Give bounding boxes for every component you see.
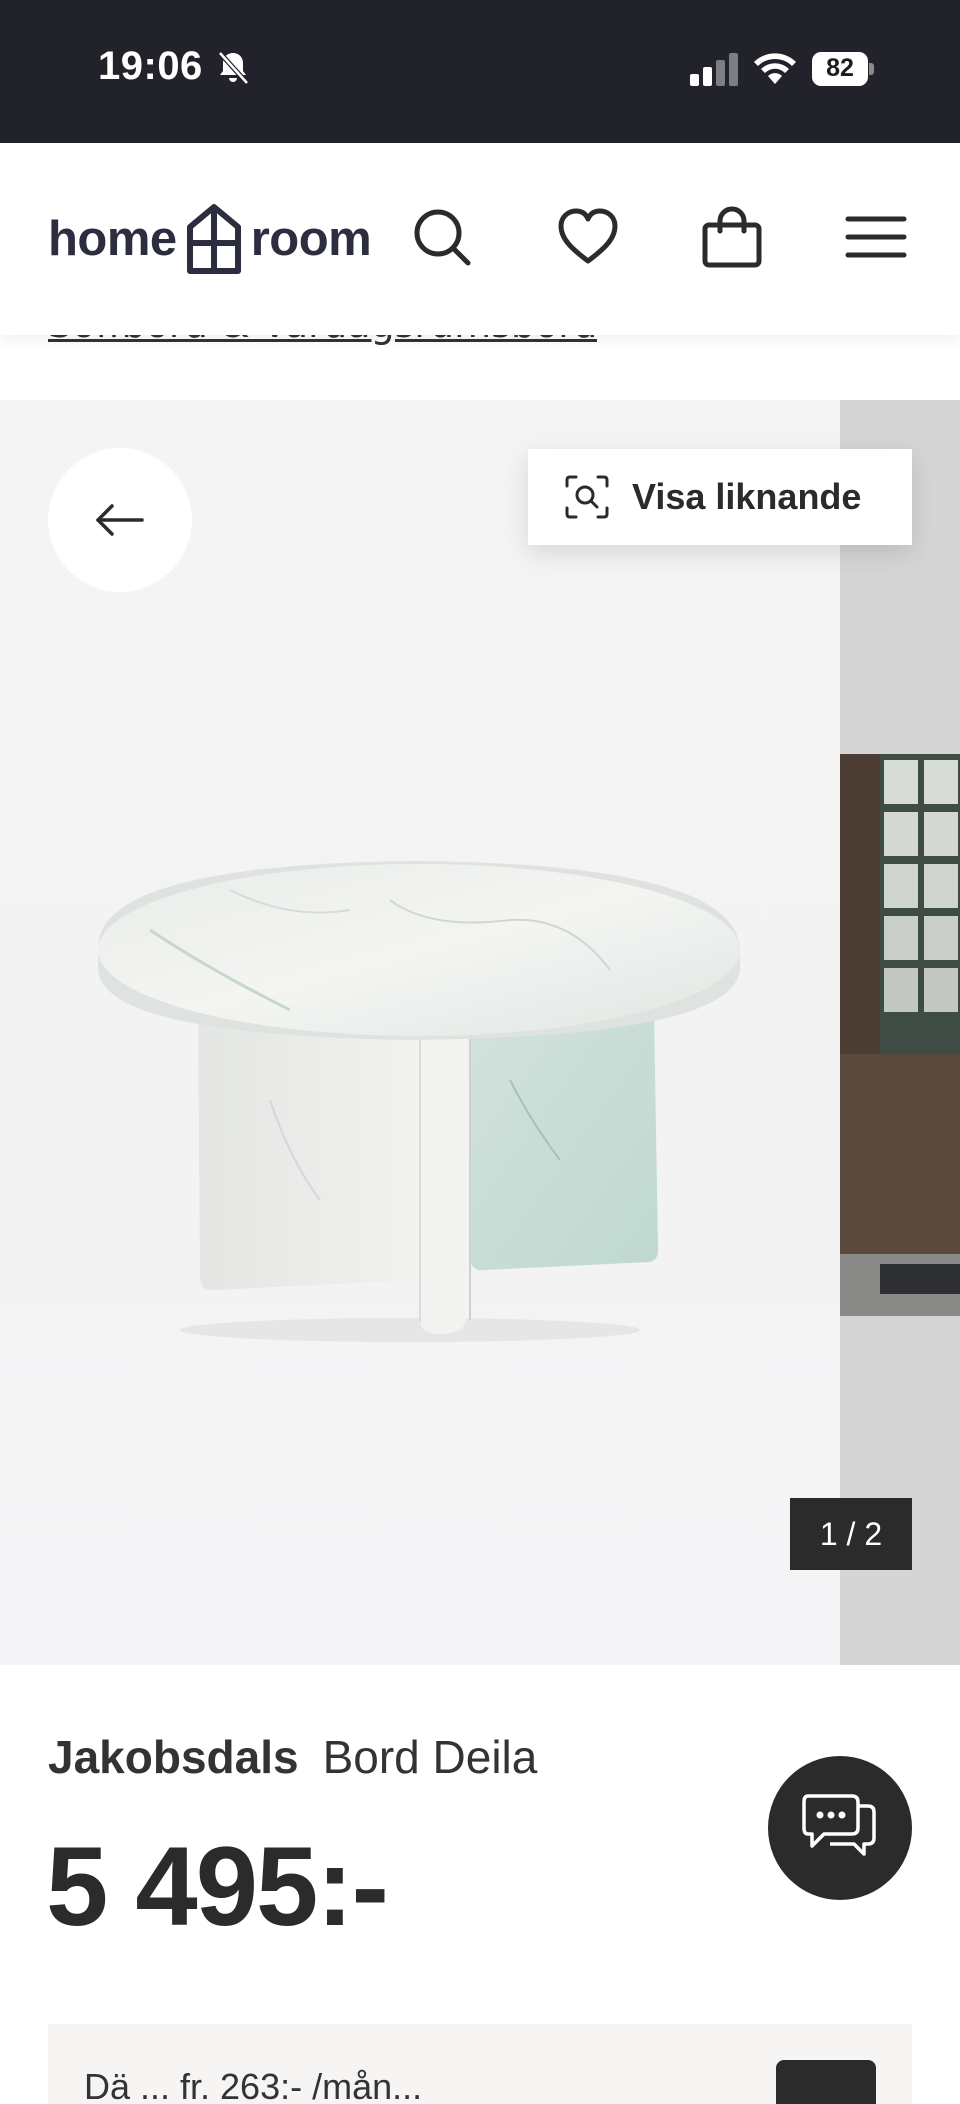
product-title: Jakobsdals Bord Deila bbox=[48, 1730, 537, 1784]
back-button[interactable] bbox=[48, 448, 192, 592]
house-logo-icon bbox=[186, 204, 241, 274]
battery-icon: 82 bbox=[812, 52, 874, 86]
bell-muted-icon bbox=[218, 51, 249, 85]
financing-text: Dä ... fr. 263:- /mån... bbox=[84, 2066, 423, 2104]
arrow-left-icon bbox=[96, 504, 144, 536]
room-photo-preview bbox=[840, 754, 960, 1316]
wifi-icon bbox=[754, 53, 796, 84]
visual-search-icon bbox=[565, 475, 609, 519]
site-header: home room bbox=[0, 143, 960, 335]
search-icon[interactable] bbox=[410, 205, 474, 269]
logo-word-home: home bbox=[48, 212, 177, 266]
status-time: 19:06 bbox=[98, 44, 203, 88]
menu-icon[interactable] bbox=[844, 205, 908, 269]
financing-info-button[interactable] bbox=[776, 2060, 876, 2104]
chat-button[interactable] bbox=[768, 1756, 912, 1900]
signal-icon bbox=[690, 53, 738, 86]
next-slide-preview[interactable] bbox=[840, 400, 960, 1665]
logo-word-room: room bbox=[250, 212, 372, 266]
show-similar-label: Visa liknande bbox=[632, 476, 862, 517]
product-brand[interactable]: Jakobsdals bbox=[48, 1731, 299, 1783]
show-similar-button[interactable]: Visa liknande bbox=[528, 449, 912, 545]
image-counter: 1 / 2 bbox=[790, 1498, 912, 1570]
financing-promo: Dä ... fr. 263:- /mån... bbox=[48, 2024, 912, 2104]
battery-level: 82 bbox=[826, 54, 854, 82]
status-bar: 19:06 82 bbox=[0, 0, 960, 143]
chat-bubbles-icon bbox=[802, 1794, 876, 1856]
home-room-logo[interactable]: home room bbox=[48, 203, 372, 275]
marble-table-image bbox=[98, 861, 740, 1342]
product-name: Bord Deila bbox=[322, 1731, 538, 1783]
shopping-bag-icon[interactable] bbox=[700, 205, 764, 269]
product-price: 5 495:- bbox=[46, 1824, 389, 1949]
heart-icon[interactable] bbox=[556, 205, 620, 269]
